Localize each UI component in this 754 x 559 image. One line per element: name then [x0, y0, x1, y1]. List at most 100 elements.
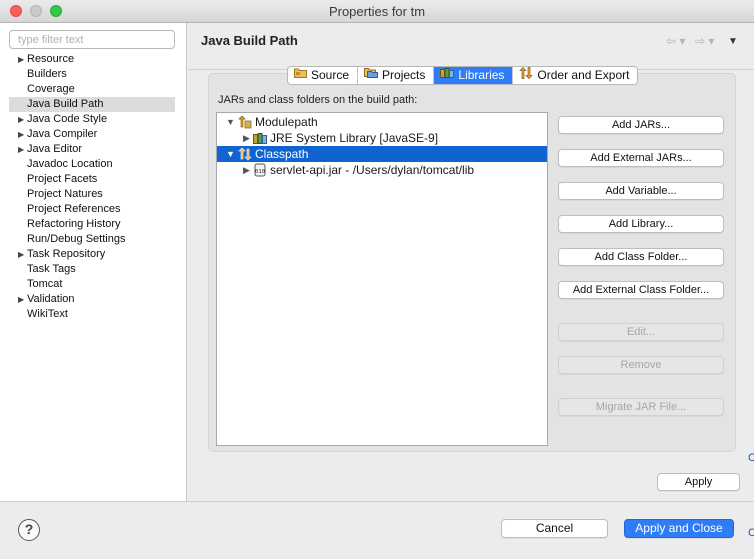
build-path-tree[interactable]: ▼ Modulepath ▶ JRE System Library [JavaS…: [216, 112, 548, 446]
nav-item-label: Project Natures: [27, 188, 103, 200]
tab-label: Source: [311, 68, 350, 82]
build-path-tabs: Source Projects Libraries Order and Expo…: [287, 66, 639, 85]
tree-row-label: JRE System Library [JavaSE-9]: [270, 131, 439, 145]
build-path-section-label: JARs and class folders on the build path…: [218, 94, 418, 106]
back-arrow-icon[interactable]: ⇦ ▾: [666, 34, 685, 48]
nav-item-run-debug-settings[interactable]: Run/Debug Settings: [9, 232, 175, 247]
nav-item-java-build-path[interactable]: Java Build Path: [9, 97, 175, 112]
expanded-arrow-icon[interactable]: ▼: [226, 114, 235, 130]
nav-item-task-repository[interactable]: ▶ Task Repository: [9, 247, 175, 262]
nav-item-label: Project Facets: [27, 173, 98, 185]
properties-nav-pane: ▶Resource Builders Coverage Java Build P…: [0, 23, 187, 501]
edit-button[interactable]: Edit...: [558, 323, 724, 341]
jre-library-icon: [253, 131, 267, 145]
title-bar: Properties for tm: [0, 0, 754, 23]
expand-arrow-icon[interactable]: ▶: [18, 112, 24, 127]
properties-nav-list: ▶ Resource Builders Coverage Java Build P…: [9, 52, 175, 322]
tree-row-label: Modulepath: [255, 115, 318, 129]
migrate-jar-file-button[interactable]: Migrate JAR File...: [558, 398, 724, 416]
nav-item-label: Java Compiler: [27, 128, 98, 140]
nav-item-label: Task Tags: [27, 263, 76, 275]
projects-icon: [364, 67, 379, 84]
tree-row-label: servlet-api.jar - /Users/dylan/tomcat/li…: [270, 163, 475, 177]
nav-item-builders[interactable]: Builders: [9, 67, 175, 82]
tab-label: Order and Export: [537, 68, 630, 82]
nav-item-label: Javadoc Location: [27, 158, 113, 170]
nav-item-java-code-style[interactable]: ▶ Java Code Style: [9, 112, 175, 127]
expand-arrow-icon[interactable]: ▶: [18, 292, 24, 307]
tab-projects[interactable]: Projects: [358, 67, 435, 84]
nav-item-javadoc-location[interactable]: Javadoc Location: [9, 157, 175, 172]
tab-label: Projects: [382, 68, 426, 82]
classpath-icon: [238, 147, 252, 161]
nav-item-label: Builders: [27, 68, 67, 80]
apply-and-close-button[interactable]: Apply and Close: [624, 519, 734, 538]
add-external-jars-button[interactable]: Add External JARs...: [558, 149, 724, 167]
filter-input[interactable]: [9, 30, 175, 49]
expand-arrow-icon[interactable]: ▶: [18, 142, 24, 157]
nav-item-resource[interactable]: ▶ Resource: [9, 52, 175, 67]
tab-libraries[interactable]: Libraries: [434, 67, 514, 84]
forward-arrow-icon[interactable]: ⇨ ▾: [695, 34, 714, 48]
apply-button[interactable]: Apply: [657, 473, 740, 491]
expanded-arrow-icon[interactable]: ▼: [226, 146, 235, 162]
window-title: Properties for tm: [328, 4, 426, 19]
nav-item-project-facets[interactable]: Project Facets: [9, 172, 175, 187]
tree-row-modulepath[interactable]: ▼ Modulepath: [217, 114, 547, 130]
add-external-class-folder-button[interactable]: Add External Class Folder...: [558, 281, 724, 299]
nav-item-refactoring-history[interactable]: Refactoring History: [9, 217, 175, 232]
background-window-text: C: [748, 452, 754, 464]
nav-item-label: Java Code Style: [27, 113, 108, 125]
background-window-text: C: [748, 527, 754, 539]
expand-arrow-icon[interactable]: ▶: [18, 247, 24, 262]
cancel-button[interactable]: Cancel: [501, 519, 608, 538]
tree-row-servlet-api-jar[interactable]: ▶ 010 servlet-api.jar - /Users/dylan/tom…: [217, 162, 547, 178]
tree-row-jre-system-library[interactable]: ▶ JRE System Library [JavaSE-9]: [217, 130, 547, 146]
nav-item-label: Java Editor: [27, 143, 83, 155]
dialog-button-bar: ? Cancel Apply and Close: [0, 501, 754, 559]
page-header: Java Build Path ⇦ ▾ ⇨ ▾ ▼: [188, 23, 754, 59]
help-button[interactable]: ?: [18, 519, 40, 541]
jar-icon: 010: [253, 163, 267, 177]
nav-item-label: Resource: [27, 53, 75, 65]
tab-source[interactable]: Source: [288, 67, 359, 84]
nav-item-project-references[interactable]: Project References: [9, 202, 175, 217]
collapsed-arrow-icon[interactable]: ▶: [243, 130, 250, 146]
nav-item-label: Run/Debug Settings: [27, 233, 126, 245]
view-menu-icon[interactable]: ▼: [728, 36, 738, 47]
tree-row-classpath[interactable]: ▼ Classpath: [217, 146, 547, 162]
nav-item-task-tags[interactable]: Task Tags: [9, 262, 175, 277]
tree-row-label: Classpath: [255, 147, 309, 161]
add-jars-button[interactable]: Add JARs...: [558, 116, 724, 134]
expand-arrow-icon[interactable]: ▶: [18, 52, 24, 67]
source-folder-icon: [294, 67, 307, 84]
modulepath-icon: [238, 115, 252, 129]
libraries-icon: [440, 67, 455, 84]
nav-item-label: Coverage: [27, 83, 75, 95]
tab-label: Libraries: [458, 68, 505, 82]
nav-item-wikitext[interactable]: WikiText: [9, 307, 175, 322]
nav-item-java-editor[interactable]: ▶ Java Editor: [9, 142, 175, 157]
nav-item-label: WikiText: [27, 308, 68, 320]
collapsed-arrow-icon[interactable]: ▶: [243, 162, 250, 178]
add-library-button[interactable]: Add Library...: [558, 215, 724, 233]
nav-item-validation[interactable]: ▶ Validation: [9, 292, 175, 307]
nav-item-java-compiler[interactable]: ▶ Java Compiler: [9, 127, 175, 142]
nav-item-coverage[interactable]: Coverage: [9, 82, 175, 97]
add-class-folder-button[interactable]: Add Class Folder...: [558, 248, 724, 266]
nav-item-label: Java Build Path: [27, 98, 104, 110]
expand-arrow-icon[interactable]: ▶: [18, 127, 24, 142]
nav-item-project-natures[interactable]: Project Natures: [9, 187, 175, 202]
nav-item-label: Refactoring History: [27, 218, 121, 230]
remove-button[interactable]: Remove: [558, 356, 724, 374]
svg-text:010: 010: [255, 169, 265, 175]
nav-item-label: Tomcat: [27, 278, 63, 290]
nav-item-label: Task Repository: [27, 248, 106, 260]
add-variable-button[interactable]: Add Variable...: [558, 182, 724, 200]
page-title: Java Build Path: [201, 33, 298, 48]
order-export-icon: [519, 67, 534, 84]
nav-item-tomcat[interactable]: Tomcat: [9, 277, 175, 292]
nav-item-label: Validation: [27, 293, 75, 305]
nav-item-label: Project References: [27, 203, 121, 215]
tab-order-and-export[interactable]: Order and Export: [513, 67, 637, 84]
